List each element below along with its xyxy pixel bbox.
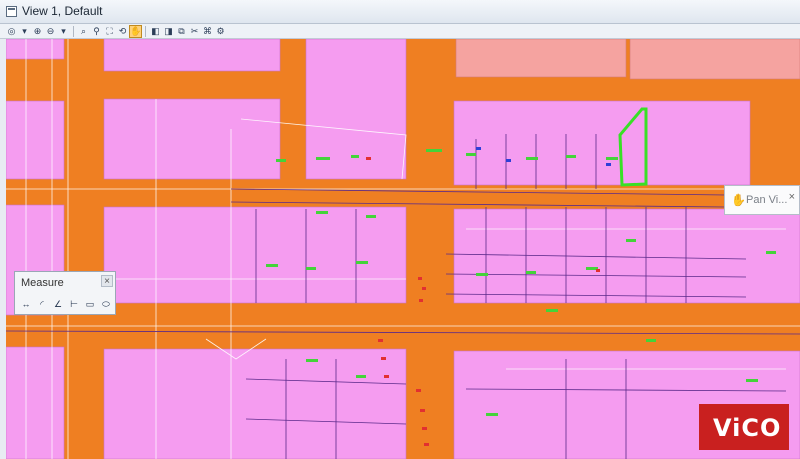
measure-volume-icon[interactable]: ⬭ [99,298,113,310]
view-next-icon[interactable]: ◨ [163,26,174,37]
zoom-in-icon[interactable]: ⊕ [32,26,43,37]
zoom-out-icon[interactable]: ⊖ [45,26,56,37]
hand-icon: ✋ [731,193,746,207]
parcel [103,206,407,304]
view-previous-icon[interactable]: ◧ [150,26,161,37]
cad-drawing [6,39,800,459]
parcel [455,39,627,78]
parcel [103,98,281,180]
view-attributes-icon[interactable]: ◎ [6,26,17,37]
fit-view-icon[interactable]: ⛶ [104,26,115,37]
measure-tools: ↔ ◜ ∠ ⊢ ▭ ⬭ [19,298,113,310]
dropdown-icon[interactable]: ▾ [58,26,69,37]
view-toolbar: ◎ ▾ ⊕ ⊖ ▾ ⌕ ⚲ ⛶ ⟲ ✋ ◧ ◨ ⧉ ✂ ⌘ ⚙ [0,24,800,39]
parcel [453,208,800,304]
salmon-parcels [455,39,800,80]
clip-icon[interactable]: ✂ [189,26,200,37]
measure-distance-icon[interactable]: ↔ [19,298,33,310]
parcel [6,39,65,60]
parcel [6,100,65,180]
close-icon[interactable]: × [101,275,113,287]
pan-view-label: Pan Vi... [746,194,788,206]
zoom-icon[interactable]: ⚲ [91,26,102,37]
copy-view-icon[interactable]: ⧉ [176,26,187,37]
parcel [6,346,65,459]
window-titlebar: View 1, Default [0,0,800,24]
logo-text: ViCO [713,414,782,442]
parcel [103,39,281,72]
pan-view-tooltip: ✋ Pan Vi... × [724,185,800,215]
measure-radius-icon[interactable]: ◜ [35,298,49,310]
measure-length-icon[interactable]: ⊢ [67,298,81,310]
close-icon[interactable]: × [789,191,795,203]
view-options-icon[interactable]: ⚙ [215,26,226,37]
pan-icon[interactable]: ✋ [129,24,142,38]
window-title: View 1, Default [22,4,103,18]
measure-toolbox: Measure × ↔ ◜ ∠ ⊢ ▭ ⬭ [14,271,116,315]
window-menu-icon[interactable] [6,6,17,17]
camera-icon[interactable]: ⌘ [202,26,213,37]
toolbar-divider [145,25,146,37]
parcel-blocks [6,39,800,459]
measure-area-icon[interactable]: ▭ [83,298,97,310]
parcel [629,39,800,80]
parcel [453,100,751,186]
dropdown-icon[interactable]: ▾ [19,26,30,37]
parcel [103,348,407,459]
vico-logo: ViCO [699,404,789,450]
measure-angle-icon[interactable]: ∠ [51,298,65,310]
toolbar-divider [73,25,74,37]
window-area-icon[interactable]: ⌕ [78,26,89,37]
measure-title: Measure [21,277,64,289]
cad-map-viewport[interactable] [6,39,800,459]
rotate-icon[interactable]: ⟲ [117,26,128,37]
